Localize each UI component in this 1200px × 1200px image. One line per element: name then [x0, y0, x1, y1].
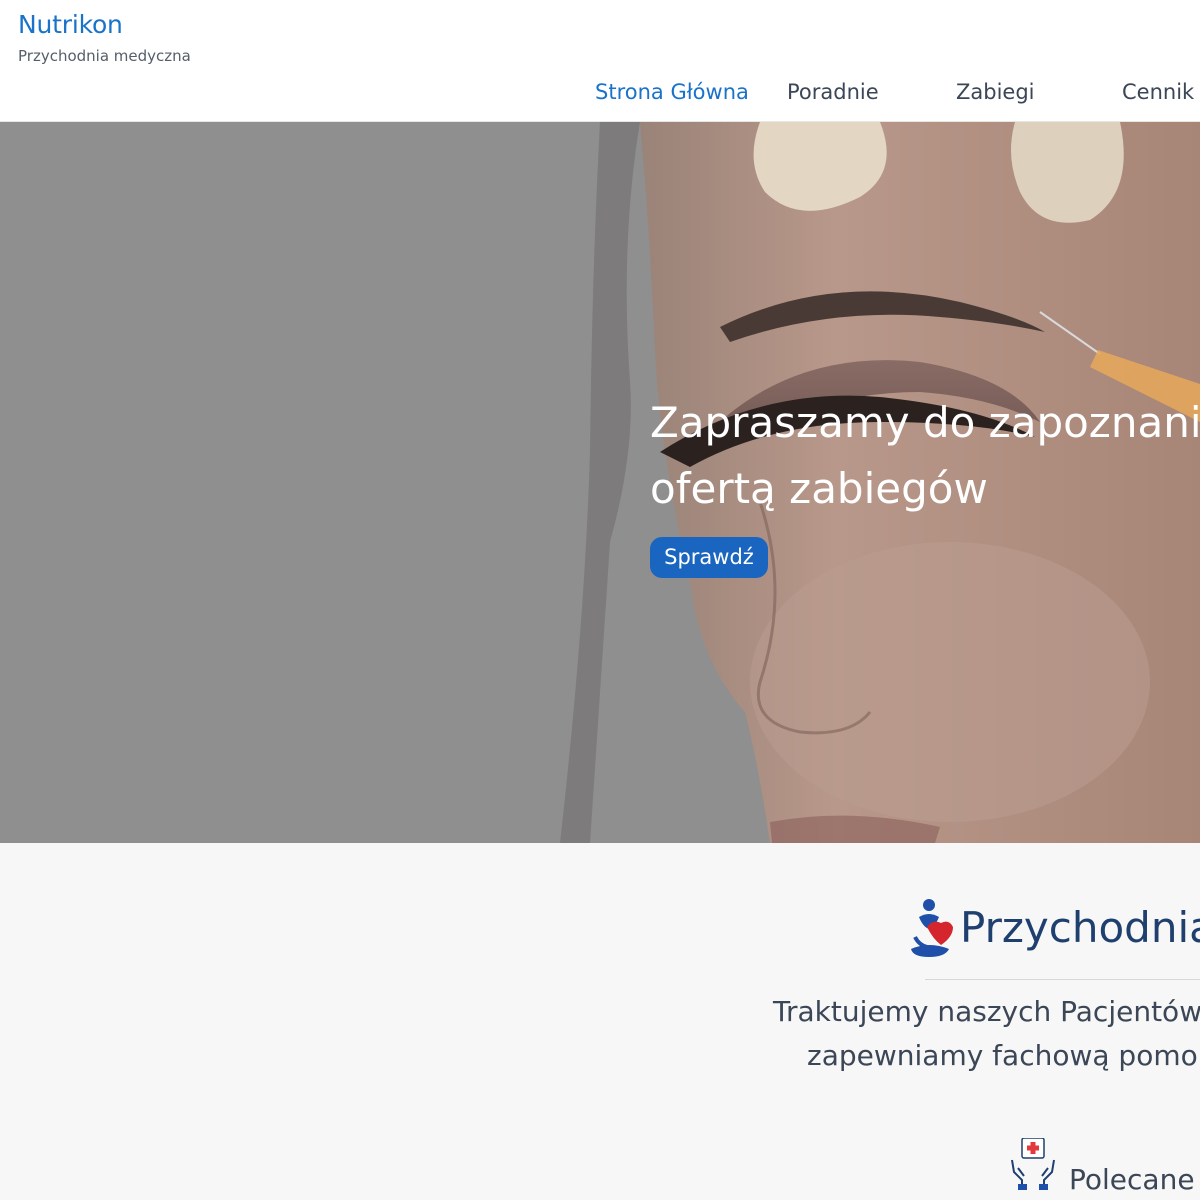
main-nav: Strona Główna Poradnie Zabiegi Cennik	[0, 80, 1200, 110]
intro-text-line-1: Traktujemy naszych Pacjentów	[773, 995, 1200, 1028]
polecane-heading: Polecane	[1069, 1163, 1195, 1196]
brand-name[interactable]: Nutrikon	[18, 10, 123, 39]
nav-item-poradnie[interactable]: Poradnie	[787, 80, 879, 104]
caring-hands-icon	[1011, 1138, 1055, 1190]
intro-text-line-2: zapewniamy fachową pomo	[807, 1039, 1198, 1072]
nav-item-cennik[interactable]: Cennik	[1122, 80, 1194, 104]
hero-heading-line-1: Zapraszamy do zapoznania	[650, 398, 1200, 447]
brand-tagline: Przychodnia medyczna	[18, 47, 191, 65]
sprawdz-button[interactable]: Sprawdź	[650, 537, 768, 578]
hero-heading-line-2: ofertą zabiegów	[650, 464, 988, 513]
nav-item-zabiegi[interactable]: Zabiegi	[956, 80, 1035, 104]
nav-item-strona-glowna[interactable]: Strona Główna	[595, 80, 749, 104]
hero-banner: Zapraszamy do zapoznania ofertą zabiegów…	[0, 122, 1200, 843]
clinic-logo-icon	[911, 899, 953, 957]
section-divider	[925, 979, 1200, 980]
section-title: Przychodnia	[960, 903, 1200, 952]
intro-section: Przychodnia Traktujemy naszych Pacjentów…	[0, 843, 1200, 1200]
hero-heading: Zapraszamy do zapoznania ofertą zabiegów	[650, 390, 1200, 522]
site-header: Nutrikon Przychodnia medyczna Strona Głó…	[0, 0, 1200, 122]
